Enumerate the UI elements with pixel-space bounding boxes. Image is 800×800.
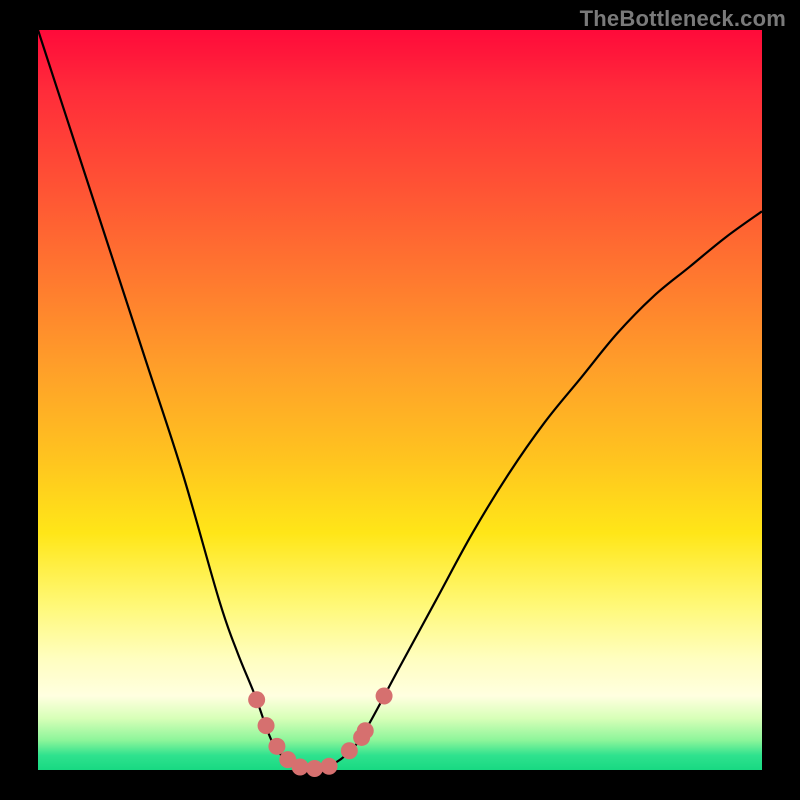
marker-dot — [292, 759, 309, 776]
marker-dot — [376, 688, 393, 705]
marker-dot — [357, 722, 374, 739]
marker-dot — [341, 742, 358, 759]
marker-dot — [268, 738, 285, 755]
marker-dot — [321, 758, 338, 775]
marker-dot — [306, 760, 323, 777]
marker-dot — [258, 717, 275, 734]
plot-area — [38, 30, 762, 770]
watermark-text: TheBottleneck.com — [580, 6, 786, 32]
bottleneck-curve — [38, 30, 762, 769]
marker-dot — [248, 691, 265, 708]
curve-markers — [248, 688, 392, 778]
chart-frame: TheBottleneck.com — [0, 0, 800, 800]
curve-layer — [38, 30, 762, 770]
